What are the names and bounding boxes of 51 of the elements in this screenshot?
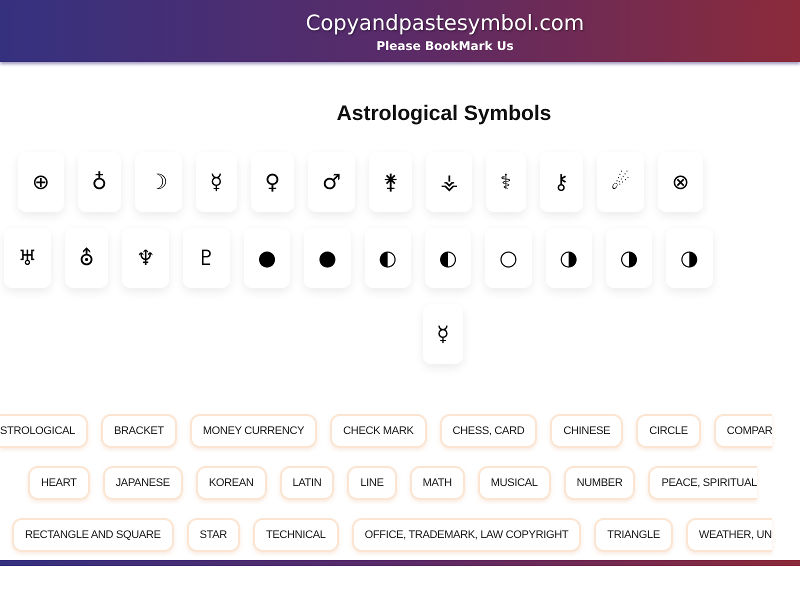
category-link[interactable]: KOREAN: [196, 466, 266, 500]
category-link[interactable]: LINE: [347, 466, 397, 500]
category-link[interactable]: STAR: [186, 518, 240, 552]
category-link[interactable]: MATH: [410, 466, 465, 500]
symbol-tile[interactable]: ⛢: [64, 228, 108, 288]
category-link[interactable]: MONEY CURRENCY: [190, 414, 318, 448]
site-title: Copyandpastesymbol.com: [304, 11, 584, 35]
category-link[interactable]: TECHNICAL: [252, 518, 339, 552]
symbol-tile[interactable]: ♂: [308, 152, 355, 212]
symbol-tile[interactable]: ☄: [596, 152, 644, 212]
category-link[interactable]: LATIN: [280, 466, 334, 500]
symbol-tile[interactable]: ◑: [606, 228, 652, 288]
symbol-tile[interactable]: ◐: [424, 228, 472, 288]
category-link[interactable]: BRACKET: [100, 414, 177, 448]
symbol-tile[interactable]: ♅: [4, 228, 51, 288]
symbol-tile[interactable]: ◑: [666, 228, 712, 288]
category-link[interactable]: STROLOGICAL: [0, 414, 88, 448]
symbol-tile[interactable]: ⚵: [368, 152, 412, 212]
symbol-tile[interactable]: ○: [485, 228, 532, 288]
category-link[interactable]: MUSICAL: [478, 466, 551, 500]
symbol-tile[interactable]: ⊗: [658, 152, 704, 212]
page-title: Astrological Symbols: [336, 102, 552, 126]
symbol-tile[interactable]: ☿: [196, 152, 237, 212]
bookmark-note: Please BookMark Us: [375, 39, 514, 53]
category-link[interactable]: CIRCLE: [636, 414, 701, 448]
symbol-tile[interactable]: ⊕: [18, 152, 64, 212]
symbol-tile[interactable]: ☽: [135, 152, 182, 212]
symbol-tile[interactable]: ●: [304, 228, 351, 288]
symbol-tile[interactable]: ♆: [122, 228, 170, 288]
symbol-tile[interactable]: ♇: [183, 228, 230, 288]
category-link[interactable]: HEART: [28, 466, 90, 500]
symbol-tile[interactable]: ⚷: [540, 152, 583, 212]
category-link[interactable]: NUMBER: [564, 466, 636, 500]
symbol-tile[interactable]: ♀: [250, 152, 294, 212]
category-link[interactable]: COMPAR: [714, 414, 772, 448]
symbol-tile[interactable]: ⚕: [486, 152, 526, 212]
category-link[interactable]: CHECK MARK: [330, 414, 426, 448]
category-link[interactable]: CHESS, CARD: [440, 414, 538, 448]
symbol-tile[interactable]: ◐: [364, 228, 411, 288]
category-link[interactable]: PEACE, SPIRITUAL: [648, 466, 757, 500]
category-link[interactable]: WEATHER, UN: [686, 518, 772, 552]
symbol-tile[interactable]: ♁: [78, 152, 121, 212]
category-link[interactable]: RECTANGLE AND SQUARE: [12, 518, 174, 552]
category-link[interactable]: CHINESE: [550, 414, 624, 448]
symbol-tile[interactable]: ⚶: [426, 152, 472, 212]
symbol-tile[interactable]: ◑: [546, 228, 592, 288]
symbol-tile[interactable]: ●: [244, 228, 290, 288]
category-link[interactable]: JAPANESE: [102, 466, 183, 500]
symbol-tile[interactable]: ☿: [422, 304, 464, 364]
category-link[interactable]: TRIANGLE: [594, 518, 673, 552]
category-link[interactable]: OFFICE, TRADEMARK, LAW COPYRIGHT: [352, 518, 582, 552]
